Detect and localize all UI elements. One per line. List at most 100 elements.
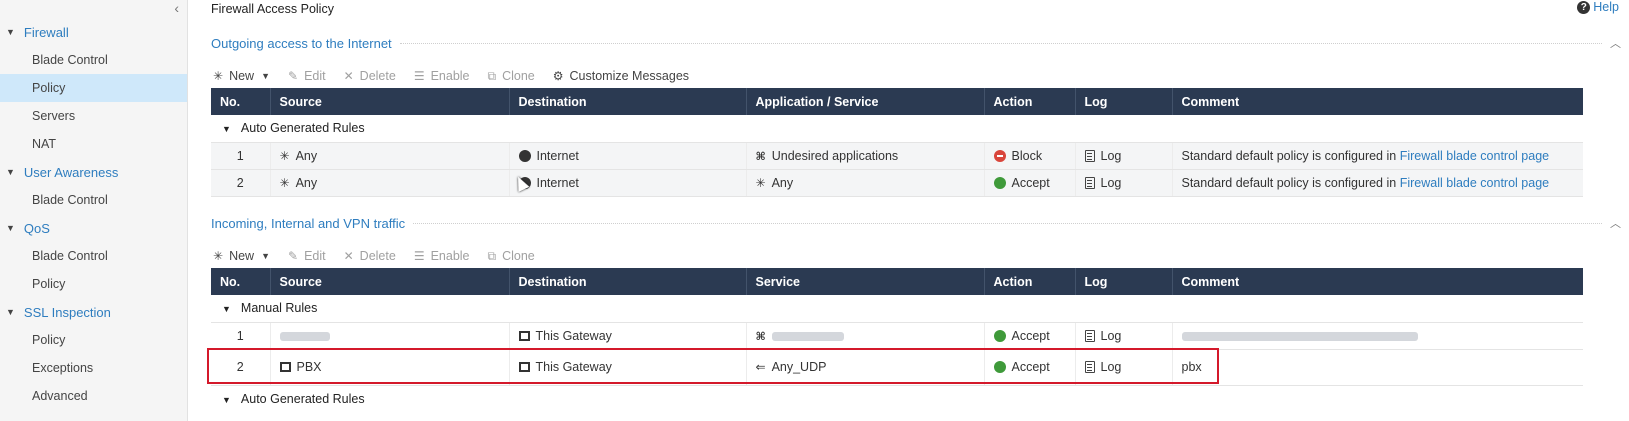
collapse-section-icon[interactable]: ︿ [1610, 215, 1621, 231]
new-icon: ✳ [213, 69, 224, 83]
customize-messages-button[interactable]: ⚙ Customize Messages [553, 69, 689, 83]
sidebar-group-firewall[interactable]: ▼ Firewall [0, 18, 187, 46]
column-header-no[interactable]: No. [211, 268, 271, 295]
table-header-row: No. Source Destination Service Action Lo… [211, 268, 1583, 295]
help-link[interactable]: ? Help [1577, 0, 1619, 14]
log-icon [1084, 361, 1095, 373]
destination-value: Internet [536, 175, 579, 190]
source-value: Any [295, 148, 318, 163]
edit-rule-button[interactable]: ✎ Edit [288, 249, 326, 263]
column-header-source[interactable]: Source [270, 88, 510, 115]
gateway-icon [279, 362, 291, 372]
column-header-log[interactable]: Log [1075, 268, 1173, 295]
sidebar-group-user-awareness[interactable]: ▼ User Awareness [0, 158, 187, 186]
clone-rule-button[interactable]: ⧉ Clone [488, 69, 535, 84]
rule-source [270, 322, 510, 350]
sidebar-item-firewall-servers[interactable]: Servers [0, 102, 187, 130]
firewall-blade-control-link[interactable]: Firewall blade control page [1400, 176, 1549, 190]
table-header-row: No. Source Destination Application / Ser… [211, 88, 1583, 115]
column-header-log[interactable]: Log [1075, 88, 1173, 115]
collapse-group-icon[interactable]: ▼ [222, 304, 231, 314]
group-row-auto-generated[interactable]: ▼ Auto Generated Rules [211, 385, 1583, 412]
table-row[interactable]: 1 ✳ Any Internet ⌘ Undesired applications … [211, 142, 1583, 170]
group-row-auto-generated[interactable]: ▼ Auto Generated Rules [211, 115, 1583, 143]
collapse-group-icon[interactable]: ▼ [222, 124, 231, 134]
column-header-service[interactable]: Application / Service [746, 88, 985, 115]
enable-rule-button[interactable]: ☰ Enable [414, 249, 470, 263]
sidebar-item-ua-blade-control[interactable]: Blade Control [0, 186, 187, 214]
section-divider [399, 42, 1602, 44]
new-rule-button[interactable]: ✳ New ▼ [213, 69, 270, 83]
rule-action: Accept [984, 169, 1076, 197]
edit-icon: ✎ [288, 69, 299, 83]
group-label: Auto Generated Rules [240, 121, 365, 136]
group-cell: ▼ Auto Generated Rules [211, 385, 1583, 412]
sidebar-item-ssl-exceptions[interactable]: Exceptions [0, 354, 187, 382]
sidebar-group-qos[interactable]: ▼ QoS [0, 214, 187, 242]
rule-comment [1172, 322, 1583, 350]
service-arrow-icon: ⇐ [755, 360, 766, 374]
destination-value: Internet [536, 148, 579, 163]
destination-value: This Gateway [535, 360, 612, 374]
new-rule-button[interactable]: ✳ New ▼ [213, 249, 270, 263]
column-header-destination[interactable]: Destination [509, 268, 747, 295]
delete-rule-button[interactable]: ✕ Delete [344, 249, 396, 263]
enable-label: Enable [430, 69, 470, 83]
sidebar-item-firewall-blade-control[interactable]: Blade Control [0, 46, 187, 74]
accept-icon [993, 361, 1006, 373]
log-icon [1084, 176, 1095, 189]
redacted-service [771, 331, 844, 341]
collapse-group-icon[interactable]: ▼ [222, 395, 231, 405]
column-header-action[interactable]: Action [984, 268, 1076, 295]
collapse-section-icon[interactable]: ︿ [1610, 35, 1621, 51]
sidebar-item-firewall-policy[interactable]: Policy [0, 74, 187, 102]
sidebar-item-ssl-advanced[interactable]: Advanced [0, 382, 187, 410]
sidebar-group-ssl-inspection[interactable]: ▼ SSL Inspection [0, 298, 187, 326]
sidebar-group-label: SSL Inspection [23, 304, 111, 320]
log-value: Log [1100, 328, 1122, 343]
edit-rule-button[interactable]: ✎ Edit [288, 69, 326, 83]
column-header-source[interactable]: Source [270, 268, 510, 295]
sidebar-group-label: QoS [23, 220, 50, 236]
sidebar-item-ssl-policy[interactable]: Policy [0, 326, 187, 354]
action-value: Accept [1011, 175, 1050, 190]
accept-icon [993, 329, 1006, 342]
column-header-comment[interactable]: Comment [1172, 268, 1583, 295]
firewall-blade-control-link[interactable]: Firewall blade control page [1400, 149, 1549, 163]
sidebar-item-qos-policy[interactable]: Policy [0, 270, 187, 298]
any-icon: ✳ [279, 148, 290, 163]
column-header-action[interactable]: Action [984, 88, 1076, 115]
clone-rule-button[interactable]: ⧉ Clone [488, 249, 535, 264]
enable-icon: ☰ [413, 249, 425, 263]
table-row[interactable]: 1 This Gateway ⌘ Accept Log [211, 322, 1583, 350]
section-title: Outgoing access to the Internet [211, 35, 392, 51]
log-value: Log [1100, 175, 1122, 190]
clone-icon: ⧉ [487, 248, 497, 263]
table-row-selected[interactable]: 2 PBX This Gateway ⇐ Any_UDP Accept Log p… [211, 349, 1583, 386]
incoming-toolbar: ✳ New ▼ ✎ Edit ✕ Delete ☰ Enable ⧉ Clone [213, 246, 553, 266]
column-header-no[interactable]: No. [211, 88, 271, 115]
rule-comment: Standard default policy is configured in… [1172, 142, 1583, 170]
redacted-comment [1181, 331, 1418, 341]
sidebar-item-qos-blade-control[interactable]: Blade Control [0, 242, 187, 270]
table-row[interactable]: 2 ✳ Any Internet ✳ Any Accept Log Standard… [211, 169, 1583, 197]
collapse-sidebar-icon[interactable]: ‹ [174, 0, 179, 16]
rule-number: 2 [211, 169, 271, 197]
delete-rule-button[interactable]: ✕ Delete [344, 69, 396, 83]
rule-log: Log [1075, 322, 1173, 350]
column-header-comment[interactable]: Comment [1172, 88, 1583, 115]
source-value: Any [295, 175, 318, 190]
column-header-destination[interactable]: Destination [509, 88, 747, 115]
sidebar-item-firewall-nat[interactable]: NAT [0, 130, 187, 158]
incoming-section-header: Incoming, Internal and VPN traffic ︿ [211, 213, 1621, 233]
edit-label: Edit [304, 249, 326, 263]
rule-destination: Internet [509, 169, 747, 197]
rule-source: ✳ Any [270, 142, 510, 170]
customize-label: Customize Messages [569, 69, 690, 83]
expand-icon: ▼ [6, 223, 15, 233]
enable-rule-button[interactable]: ☰ Enable [414, 69, 470, 83]
destination-value: This Gateway [535, 328, 612, 343]
delete-icon: ✕ [343, 69, 354, 83]
group-row-manual[interactable]: ▼ Manual Rules [211, 295, 1583, 323]
column-header-service[interactable]: Service [746, 268, 985, 295]
